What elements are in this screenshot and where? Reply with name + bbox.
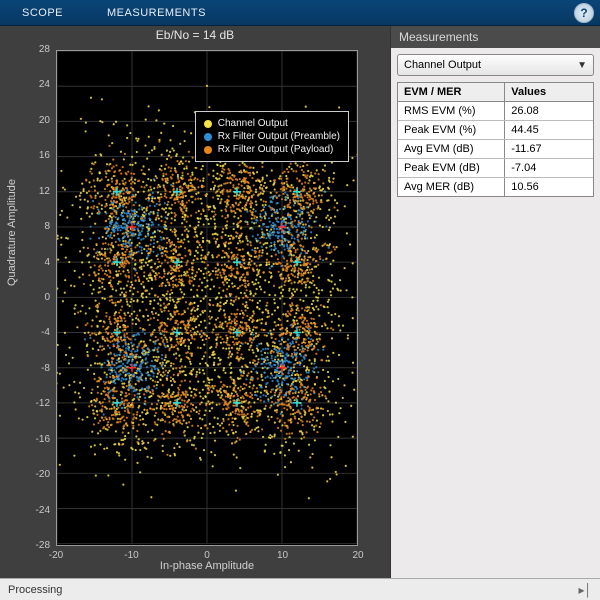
legend-label: Rx Filter Output (Payload) — [218, 144, 334, 155]
metric-name: Peak EVM (%) — [398, 121, 505, 139]
header-value: Values — [505, 83, 593, 101]
x-tick: 10 — [268, 550, 298, 561]
legend: Channel Output Rx Filter Output (Preamble… — [195, 111, 349, 162]
plot-title: Eb/No = 14 dB — [0, 28, 390, 42]
legend-item: Rx Filter Output (Payload) — [204, 143, 340, 156]
y-tick: 0 — [20, 292, 50, 303]
help-icon[interactable]: ? — [574, 3, 594, 23]
legend-item: Channel Output — [204, 117, 340, 130]
x-tick: 0 — [192, 550, 222, 561]
plot-panel: Eb/No = 14 dB Quadrature Amplitude Chann… — [0, 26, 390, 578]
measurements-panel: Measurements Channel Output ▼ EVM / MER … — [390, 26, 600, 578]
table-header: EVM / MER Values — [398, 83, 593, 102]
header-name: EVM / MER — [398, 83, 505, 101]
y-tick: -4 — [20, 327, 50, 338]
measurements-table: EVM / MER Values RMS EVM (%)26.08Peak EV… — [397, 82, 594, 197]
table-row: Avg MER (dB)10.56 — [398, 178, 593, 196]
y-tick: 8 — [20, 221, 50, 232]
metric-value: -11.67 — [505, 140, 593, 158]
y-tick: -20 — [20, 469, 50, 480]
metric-value: 26.08 — [505, 102, 593, 120]
y-tick: 28 — [20, 44, 50, 55]
metric-value: 44.45 — [505, 121, 593, 139]
y-tick: 16 — [20, 150, 50, 161]
y-tick: -24 — [20, 505, 50, 516]
app-root: SCOPE MEASUREMENTS ? Eb/No = 14 dB Quadr… — [0, 0, 600, 600]
step-forward-icon[interactable]: ▸│ — [578, 583, 592, 597]
x-tick: 20 — [343, 550, 373, 561]
signal-select-value: Channel Output — [404, 59, 481, 71]
measurements-title: Measurements — [391, 26, 600, 48]
legend-label: Rx Filter Output (Preamble) — [218, 131, 340, 142]
signal-select[interactable]: Channel Output ▼ — [397, 54, 594, 76]
metric-name: RMS EVM (%) — [398, 102, 505, 120]
tab-measurements[interactable]: MEASUREMENTS — [85, 0, 228, 25]
legend-marker-icon — [204, 120, 212, 128]
top-toolbar: SCOPE MEASUREMENTS ? — [0, 0, 600, 26]
legend-label: Channel Output — [218, 118, 288, 129]
metric-name: Avg EVM (dB) — [398, 140, 505, 158]
status-text: Processing — [8, 584, 62, 596]
y-tick: -8 — [20, 363, 50, 374]
tab-scope[interactable]: SCOPE — [0, 0, 85, 25]
legend-item: Rx Filter Output (Preamble) — [204, 130, 340, 143]
table-row: Avg EVM (dB)-11.67 — [398, 140, 593, 159]
metric-value: -7.04 — [505, 159, 593, 177]
metric-name: Avg MER (dB) — [398, 178, 505, 196]
y-tick: 4 — [20, 257, 50, 268]
legend-marker-icon — [204, 133, 212, 141]
x-tick: -10 — [117, 550, 147, 561]
chevron-down-icon: ▼ — [577, 60, 587, 71]
status-bar: Processing ▸│ — [0, 578, 600, 600]
y-tick: -12 — [20, 398, 50, 409]
y-tick: -16 — [20, 434, 50, 445]
x-axis-label: In-phase Amplitude — [56, 560, 358, 572]
table-row: RMS EVM (%)26.08 — [398, 102, 593, 121]
y-tick: 24 — [20, 79, 50, 90]
metric-name: Peak EVM (dB) — [398, 159, 505, 177]
main-area: Eb/No = 14 dB Quadrature Amplitude Chann… — [0, 26, 600, 578]
constellation-chart[interactable]: Channel Output Rx Filter Output (Preamble… — [56, 50, 358, 546]
y-tick: 12 — [20, 186, 50, 197]
y-tick: 20 — [20, 115, 50, 126]
metric-value: 10.56 — [505, 178, 593, 196]
table-row: Peak EVM (dB)-7.04 — [398, 159, 593, 178]
legend-marker-icon — [204, 146, 212, 154]
x-tick: -20 — [41, 550, 71, 561]
table-row: Peak EVM (%)44.45 — [398, 121, 593, 140]
y-axis-label: Quadrature Amplitude — [6, 179, 18, 286]
